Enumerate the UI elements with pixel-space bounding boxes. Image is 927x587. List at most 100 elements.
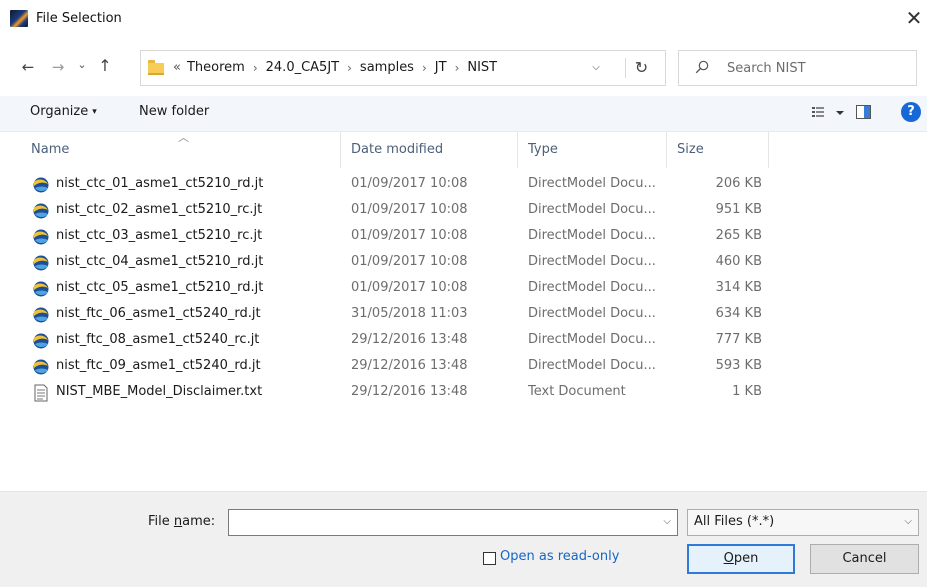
jt-model-icon xyxy=(33,255,49,271)
back-button[interactable]: ← xyxy=(16,58,40,78)
up-button[interactable]: ↑ xyxy=(95,56,115,78)
column-header-date[interactable]: Date modified xyxy=(351,142,443,157)
forward-button[interactable]: → xyxy=(46,58,70,78)
organize-button[interactable]: Organize ▾ xyxy=(30,104,97,119)
column-divider[interactable] xyxy=(666,132,667,168)
preview-pane-button[interactable] xyxy=(856,105,871,119)
file-date: 31/05/2018 11:03 xyxy=(351,306,468,321)
file-row[interactable]: nist_ctc_04_asme1_ct5210_rd.jt 01/09/201… xyxy=(0,250,927,276)
file-type: DirectModel Docu... xyxy=(528,358,656,373)
folder-icon xyxy=(148,60,164,75)
file-row[interactable]: nist_ftc_06_asme1_ct5240_rd.jt 31/05/201… xyxy=(0,302,927,328)
read-only-label[interactable]: Open as read-only xyxy=(500,549,619,564)
read-only-checkbox[interactable] xyxy=(483,552,496,565)
cancel-button[interactable]: Cancel xyxy=(810,544,919,574)
file-name: nist_ctc_05_asme1_ct5210_rd.jt xyxy=(56,280,264,295)
address-dropdown-button[interactable]: ⌵ xyxy=(588,62,604,73)
file-date: 01/09/2017 10:08 xyxy=(351,228,468,243)
file-row[interactable]: nist_ftc_09_asme1_ct5240_rd.jt 29/12/201… xyxy=(0,354,927,380)
column-header-type[interactable]: Type xyxy=(528,142,558,157)
file-size: 314 KB xyxy=(715,280,762,295)
file-size: 634 KB xyxy=(715,306,762,321)
file-type-select[interactable]: All Files (*.*) ⌵ xyxy=(687,509,919,536)
chevron-right-icon[interactable]: › xyxy=(347,61,352,75)
change-view-button[interactable] xyxy=(811,104,847,122)
preview-pane-icon xyxy=(864,106,870,118)
breadcrumb-samples[interactable]: samples xyxy=(360,60,414,75)
close-button[interactable]: ✕ xyxy=(902,7,926,31)
jt-model-icon xyxy=(33,229,49,245)
breadcrumb-jt[interactable]: JT xyxy=(435,60,447,75)
file-date: 01/09/2017 10:08 xyxy=(351,280,468,295)
chevron-down-icon: ⌄ xyxy=(77,58,87,71)
file-row[interactable]: nist_ctc_02_asme1_ct5210_rc.jt 01/09/201… xyxy=(0,198,927,224)
refresh-button[interactable]: ↻ xyxy=(625,58,653,78)
open-button[interactable]: Open xyxy=(687,544,795,574)
column-header-name[interactable]: Name xyxy=(31,142,69,157)
chevron-right-icon[interactable]: › xyxy=(455,61,460,75)
label-part: File xyxy=(148,514,174,529)
file-row[interactable]: nist_ctc_05_asme1_ct5210_rd.jt 01/09/201… xyxy=(0,276,927,302)
breadcrumb-24-0-ca5jt[interactable]: 24.0_CA5JT xyxy=(266,60,339,75)
jt-model-icon xyxy=(33,307,49,323)
file-row[interactable]: nist_ctc_01_asme1_ct5210_rd.jt 01/09/201… xyxy=(0,172,927,198)
view-list-icon xyxy=(812,107,844,117)
file-list-header: ︿ Name Date modified Type Size xyxy=(0,131,927,168)
file-size: 1 KB xyxy=(732,384,762,399)
file-row[interactable]: nist_ftc_08_asme1_ct5240_rc.jt 29/12/201… xyxy=(0,328,927,354)
new-folder-button[interactable]: New folder xyxy=(139,104,209,119)
file-date: 29/12/2016 13:48 xyxy=(351,332,468,347)
file-name: nist_ftc_06_asme1_ct5240_rd.jt xyxy=(56,306,261,321)
jt-model-icon xyxy=(33,333,49,349)
file-date: 01/09/2017 10:08 xyxy=(351,176,468,191)
chevron-down-icon[interactable]: ⌵ xyxy=(663,516,671,527)
breadcrumb-nist[interactable]: NIST xyxy=(467,60,497,75)
open-accelerator: O xyxy=(723,551,734,566)
open-label: pen xyxy=(733,551,759,566)
file-name-combobox[interactable]: ⌵ xyxy=(228,509,678,536)
jt-model-icon xyxy=(33,203,49,219)
close-icon: ✕ xyxy=(905,6,923,30)
file-type: DirectModel Docu... xyxy=(528,332,656,347)
breadcrumb-theorem[interactable]: Theorem xyxy=(187,60,245,75)
label-accelerator: n xyxy=(173,514,183,529)
recent-locations-button[interactable]: ⌄ xyxy=(72,58,92,78)
file-size: 593 KB xyxy=(715,358,762,373)
search-box[interactable] xyxy=(678,50,917,86)
arrow-right-icon: → xyxy=(51,58,65,76)
arrow-up-icon: ↑ xyxy=(98,56,112,75)
file-type: DirectModel Docu... xyxy=(528,254,656,269)
file-date: 29/12/2016 13:48 xyxy=(351,358,468,373)
file-size: 777 KB xyxy=(715,332,762,347)
help-button[interactable]: ? xyxy=(901,102,921,122)
file-type-value: All Files (*.*) xyxy=(694,514,775,529)
column-divider[interactable] xyxy=(517,132,518,168)
sort-ascending-icon: ︿ xyxy=(178,131,189,144)
chevron-right-icon[interactable]: › xyxy=(422,61,427,75)
file-date: 01/09/2017 10:08 xyxy=(351,254,468,269)
search-input[interactable] xyxy=(727,59,907,77)
file-date: 29/12/2016 13:48 xyxy=(351,384,468,399)
jt-model-icon xyxy=(33,359,49,375)
column-header-size[interactable]: Size xyxy=(677,142,704,157)
refresh-icon: ↻ xyxy=(634,58,649,77)
file-date: 01/09/2017 10:08 xyxy=(351,202,468,217)
file-row[interactable]: nist_ctc_03_asme1_ct5210_rc.jt 01/09/201… xyxy=(0,224,927,250)
chevron-down-icon: ⌵ xyxy=(592,62,600,73)
file-size: 206 KB xyxy=(715,176,762,191)
file-row[interactable]: NIST_MBE_Model_Disclaimer.txt 29/12/2016… xyxy=(0,380,927,406)
help-icon: ? xyxy=(907,104,915,119)
command-toolbar: Organize ▾ New folder ? xyxy=(0,96,927,132)
jt-model-icon xyxy=(33,177,49,193)
organize-label: Organize xyxy=(30,104,89,119)
column-divider[interactable] xyxy=(768,132,769,168)
file-type: DirectModel Docu... xyxy=(528,280,656,295)
address-bar[interactable]: « Theorem › 24.0_CA5JT › samples › JT › … xyxy=(140,50,666,86)
dialog-footer: File name: ⌵ All Files (*.*) ⌵ Open as r… xyxy=(0,491,927,587)
search-icon xyxy=(695,60,709,74)
breadcrumb-overflow[interactable]: « xyxy=(173,60,181,75)
column-divider[interactable] xyxy=(340,132,341,168)
file-name-input[interactable] xyxy=(233,513,653,532)
file-name: nist_ftc_09_asme1_ct5240_rd.jt xyxy=(56,358,261,373)
chevron-right-icon[interactable]: › xyxy=(253,61,258,75)
